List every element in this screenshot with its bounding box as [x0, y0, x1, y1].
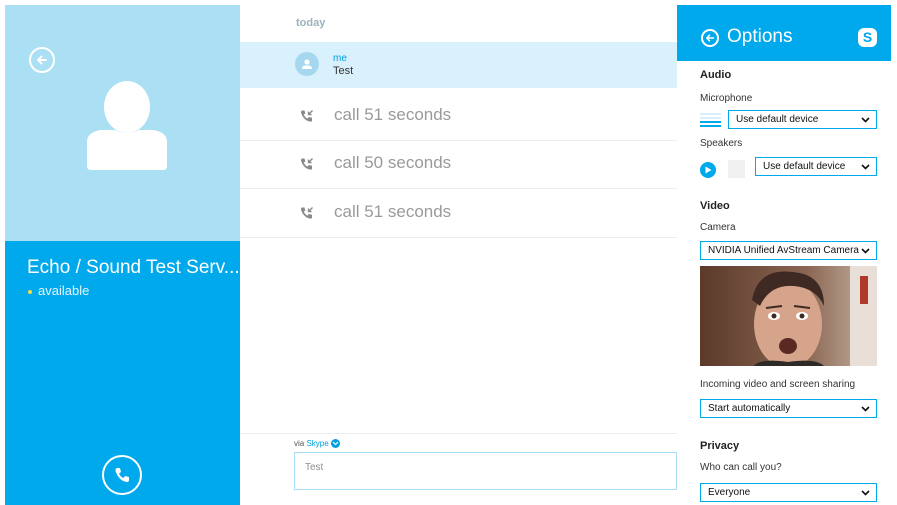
back-arrow-icon — [37, 55, 47, 65]
chevron-down-icon — [861, 406, 870, 412]
message-text: Test — [333, 65, 354, 77]
options-back-button[interactable] — [701, 29, 719, 47]
speakers-select-value: Use default device — [763, 161, 846, 172]
microphone-select-value: Use default device — [736, 114, 819, 125]
via-prefix: via — [294, 439, 305, 448]
compose-divider — [240, 433, 677, 434]
chevron-down-icon — [861, 490, 870, 496]
speakers-level-meter — [728, 160, 745, 178]
incoming-video-label: Incoming video and screen sharing — [700, 379, 856, 390]
call-label: call 51 seconds — [334, 202, 452, 221]
call-row[interactable]: call 51 seconds — [240, 93, 677, 141]
speakers-test-button[interactable] — [700, 162, 716, 178]
call-incoming-icon — [301, 158, 313, 170]
call-label: call 50 seconds — [334, 153, 452, 172]
via-service-selector[interactable]: via Skype — [294, 439, 340, 449]
status-dot — [28, 289, 32, 294]
message-input-text: Test — [305, 462, 324, 473]
call-label: call 51 seconds — [334, 105, 452, 124]
microphone-select[interactable]: Use default device — [728, 110, 877, 129]
avatar-icon — [302, 59, 312, 69]
camera-select[interactable]: NVIDIA Unified AvStream Camera — [700, 241, 877, 260]
camera-label: Camera — [700, 222, 736, 233]
contact-photo-area — [5, 5, 240, 241]
via-service: Skype — [306, 439, 329, 448]
options-panel: Options S Audio Microphone Use default d… — [677, 5, 891, 505]
back-arrow-icon — [706, 34, 715, 42]
speakers-label: Speakers — [700, 138, 743, 149]
chevron-down-icon — [330, 439, 340, 449]
call-incoming-icon — [301, 110, 313, 122]
avatar-icon — [87, 81, 167, 170]
speakers-select[interactable]: Use default device — [755, 157, 877, 176]
message-sender: me — [333, 53, 347, 64]
chevron-down-icon — [861, 248, 870, 254]
microphone-label: Microphone — [700, 93, 753, 104]
who-can-call-select[interactable]: Everyone — [700, 483, 877, 502]
contact-pane: Echo / Sound Test Serv... available — [5, 5, 240, 505]
audio-section-title: Audio — [700, 69, 732, 81]
call-row[interactable]: call 50 seconds — [240, 141, 677, 189]
call-row[interactable]: call 51 seconds — [240, 190, 677, 238]
day-label: today — [296, 17, 326, 29]
contact-name: Echo / Sound Test Serv... — [27, 257, 240, 278]
who-can-call-select-value: Everyone — [708, 487, 751, 498]
camera-preview-image — [700, 266, 877, 366]
who-can-call-label: Who can call you? — [700, 462, 782, 473]
incoming-video-select[interactable]: Start automatically — [700, 399, 877, 418]
options-header: Options S — [677, 5, 891, 61]
message-row[interactable]: me Test — [240, 42, 677, 88]
call-button[interactable] — [102, 455, 142, 495]
chevron-down-icon — [861, 164, 870, 170]
back-button[interactable] — [29, 47, 55, 73]
play-icon — [705, 166, 712, 174]
message-avatar — [295, 52, 319, 76]
camera-preview — [700, 266, 877, 366]
skype-logo-icon: S — [858, 28, 877, 47]
status-text: available — [38, 283, 90, 298]
microphone-level-meter — [700, 113, 721, 129]
options-title: Options — [727, 26, 793, 47]
chevron-down-icon — [861, 117, 870, 123]
contact-status: available — [28, 283, 89, 298]
camera-select-value: NVIDIA Unified AvStream Camera — [708, 245, 859, 256]
video-section-title: Video — [700, 200, 730, 212]
conversation-pane: today me Test call 51 seconds call 50 se… — [240, 5, 677, 505]
phone-icon — [115, 468, 129, 482]
call-incoming-icon — [301, 207, 313, 219]
privacy-section-title: Privacy — [700, 440, 740, 452]
message-input[interactable]: Test — [294, 452, 677, 490]
incoming-video-select-value: Start automatically — [708, 403, 791, 414]
